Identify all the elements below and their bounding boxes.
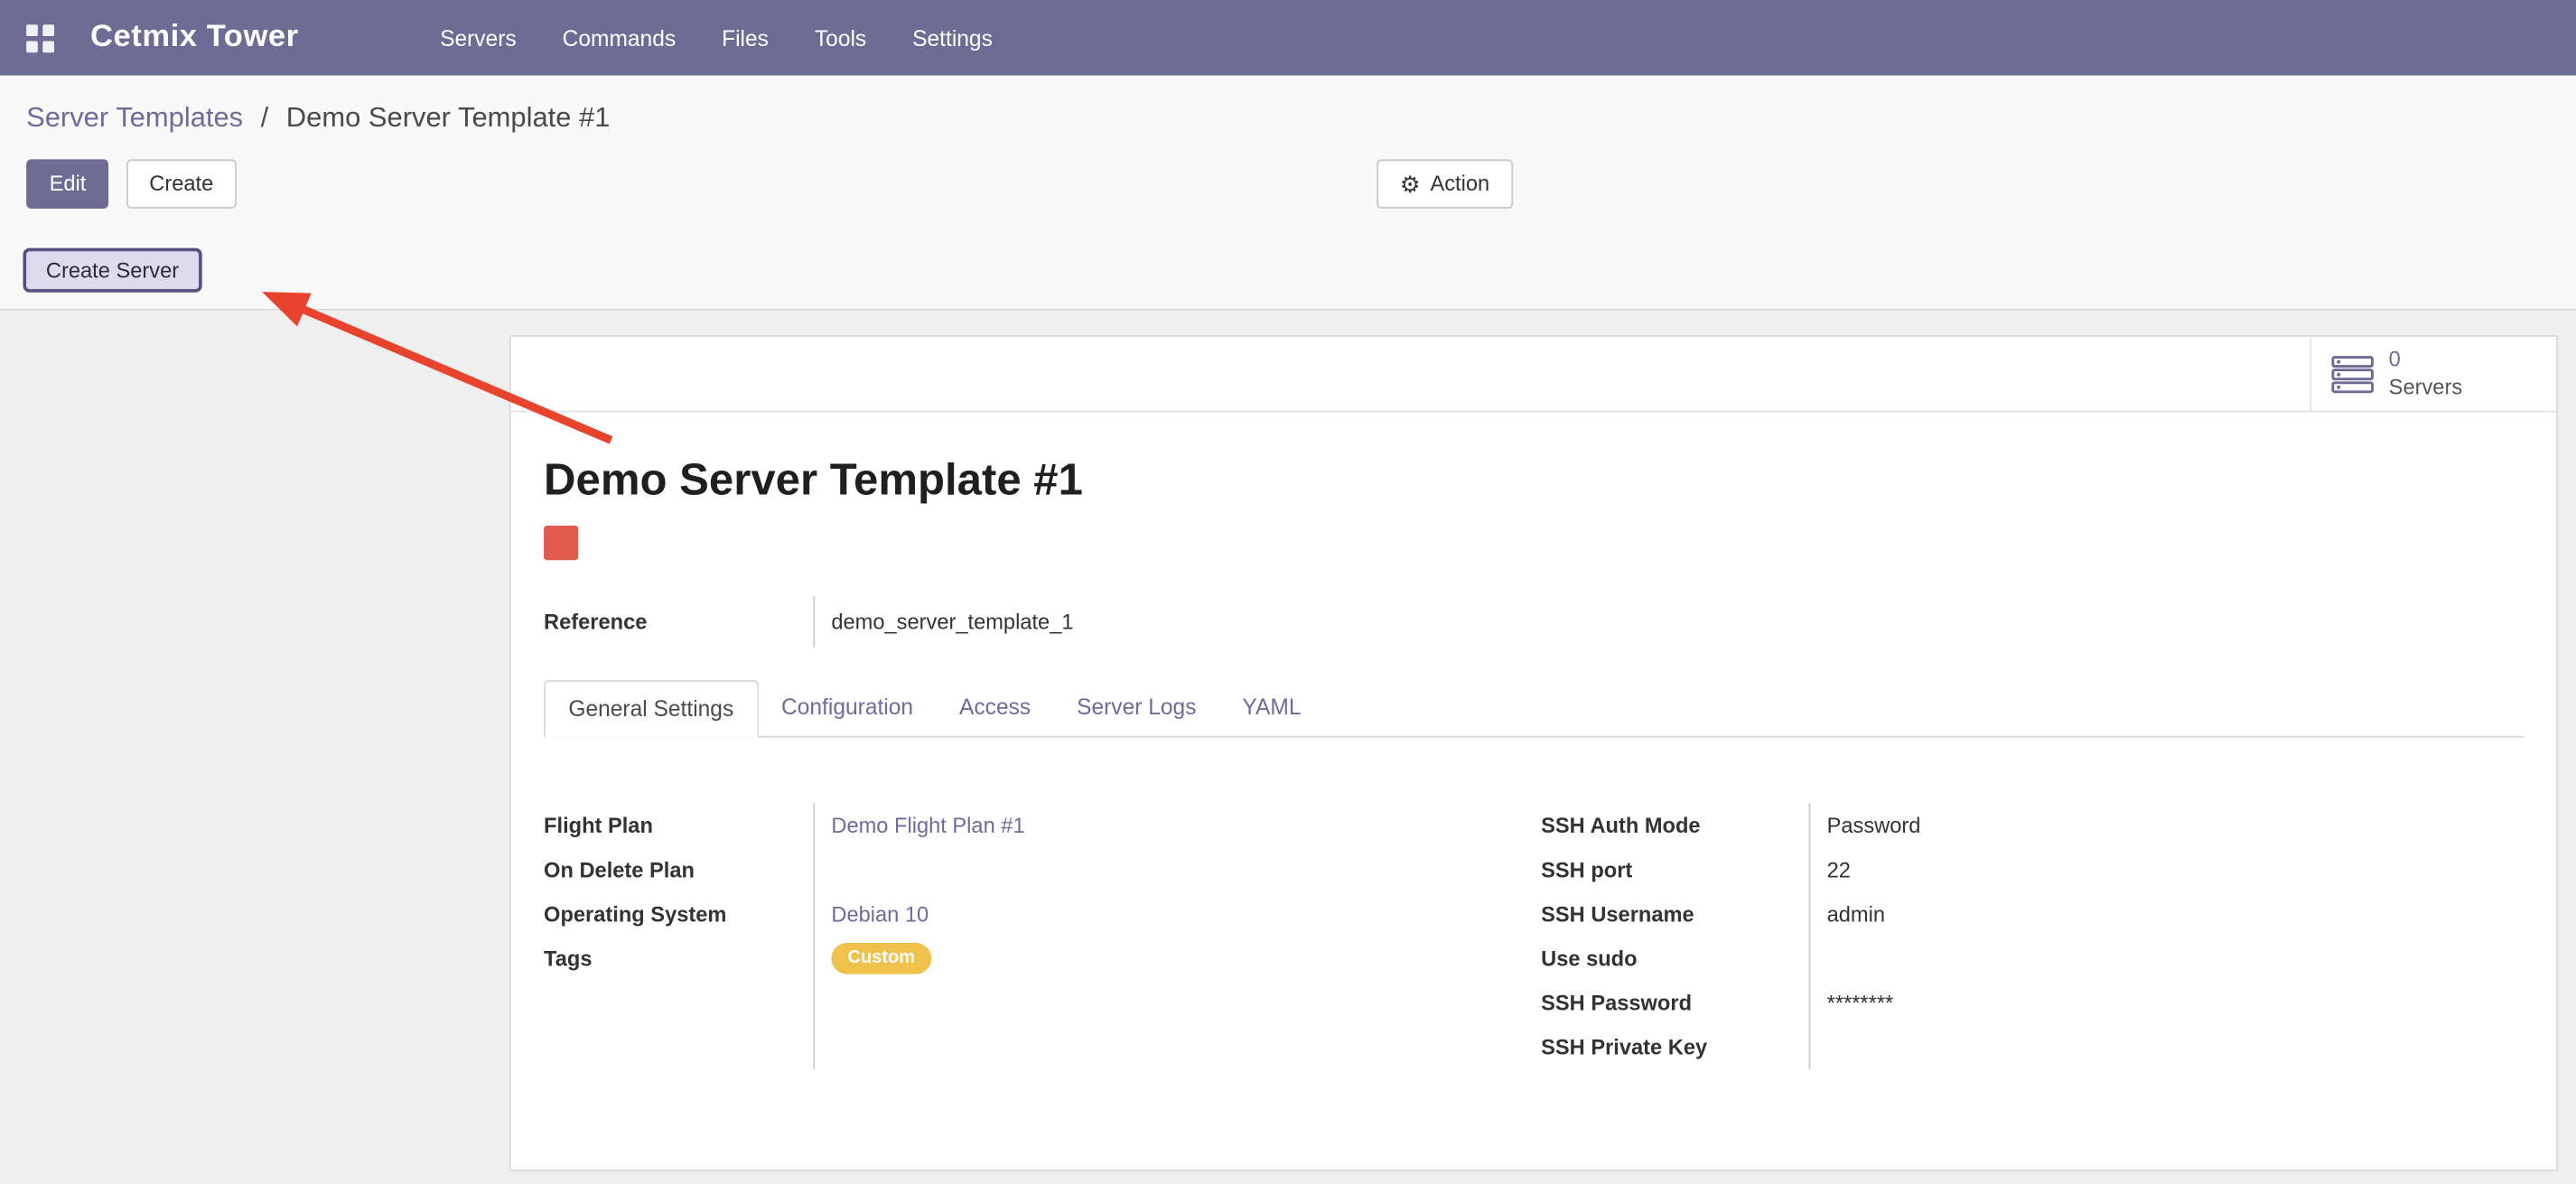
breadcrumb: Server Templates / Demo Server Template … xyxy=(26,102,2550,135)
notebook-tabs: General Settings Configuration Access Se… xyxy=(544,680,2524,738)
ssh-port-label: SSH port xyxy=(1541,848,1808,892)
right-values: Password 22 admin ******** xyxy=(1809,803,2105,1069)
use-sudo-label: Use sudo xyxy=(1541,937,1808,981)
apps-grid-icon[interactable] xyxy=(26,23,54,51)
breadcrumb-parent-link[interactable]: Server Templates xyxy=(26,102,243,134)
operating-system-label: Operating System xyxy=(544,892,813,937)
sheet-body: Demo Server Template #1 Reference demo_s… xyxy=(511,413,2557,1070)
create-server-button[interactable]: Create Server xyxy=(23,248,201,293)
stat-text: 0 Servers xyxy=(2389,347,2462,400)
menu-item-commands[interactable]: Commands xyxy=(539,0,698,76)
top-navbar: Cetmix Tower Servers Commands Files Tool… xyxy=(0,0,2576,76)
reference-field: Reference demo_server_template_1 xyxy=(544,596,2524,647)
right-labels: SSH Auth Mode SSH port SSH Username Use … xyxy=(1541,803,1808,1069)
ssh-username-label: SSH Username xyxy=(1541,892,1808,937)
tab-server-logs[interactable]: Server Logs xyxy=(1054,680,1219,738)
left-values: Demo Flight Plan #1 Debian 10 Custom xyxy=(813,803,1108,1069)
control-panel: Server Templates / Demo Server Template … xyxy=(0,76,2576,210)
ssh-password-label: SSH Password xyxy=(1541,981,1808,1025)
content-area: 0 Servers Demo Server Template #1 Refere… xyxy=(0,311,2576,1184)
flight-plan-label: Flight Plan xyxy=(544,803,813,847)
servers-stat-button[interactable]: 0 Servers xyxy=(2310,337,2556,411)
field-group-right: SSH Auth Mode SSH port SSH Username Use … xyxy=(1541,803,2105,1069)
edit-button[interactable]: Edit xyxy=(26,159,109,208)
form-sheet: 0 Servers Demo Server Template #1 Refere… xyxy=(509,335,2558,1171)
on-delete-plan-label: On Delete Plan xyxy=(544,848,813,892)
ssh-username-value: admin xyxy=(1827,902,1885,927)
server-stack-icon xyxy=(2331,354,2374,394)
reference-value: demo_server_template_1 xyxy=(813,596,1073,647)
tab-yaml[interactable]: YAML xyxy=(1219,680,1324,738)
action-button[interactable]: ⚙ Action xyxy=(1377,159,1512,208)
field-group-left: Flight Plan On Delete Plan Operating Sys… xyxy=(544,803,1464,1069)
menu-item-servers[interactable]: Servers xyxy=(417,0,540,76)
record-title: Demo Server Template #1 xyxy=(544,455,2524,506)
flight-plan-value-link[interactable]: Demo Flight Plan #1 xyxy=(831,813,1024,837)
color-swatch xyxy=(544,526,578,560)
main-menu: Servers Commands Files Tools Settings xyxy=(417,0,1016,76)
ssh-password-value: ******** xyxy=(1827,991,1894,1015)
statusbar: Create Server xyxy=(0,237,2576,311)
button-box: 0 Servers xyxy=(511,337,2557,413)
tag-badge-custom: Custom xyxy=(831,944,931,974)
servers-count-label: Servers xyxy=(2389,374,2462,401)
tab-general-settings[interactable]: General Settings xyxy=(544,680,758,738)
field-groups: Flight Plan On Delete Plan Operating Sys… xyxy=(544,803,2524,1069)
ssh-auth-mode-label: SSH Auth Mode xyxy=(1541,803,1808,847)
operating-system-value-link[interactable]: Debian 10 xyxy=(831,902,929,927)
servers-count: 0 xyxy=(2389,347,2462,374)
menu-item-files[interactable]: Files xyxy=(699,0,792,76)
brand-title: Cetmix Tower xyxy=(90,20,299,56)
breadcrumb-separator: / xyxy=(261,102,269,134)
left-labels: Flight Plan On Delete Plan Operating Sys… xyxy=(544,803,813,1069)
action-button-label: Action xyxy=(1430,171,1489,196)
ssh-port-value: 22 xyxy=(1827,857,1851,881)
menu-item-tools[interactable]: Tools xyxy=(791,0,889,76)
menu-item-settings[interactable]: Settings xyxy=(890,0,1016,76)
toolbar: Edit Create ⚙ Action xyxy=(26,159,2550,210)
app-window: Cetmix Tower Servers Commands Files Tool… xyxy=(0,0,2576,1175)
breadcrumb-current: Demo Server Template #1 xyxy=(286,102,611,134)
ssh-auth-mode-value: Password xyxy=(1827,813,1921,837)
ssh-private-key-label: SSH Private Key xyxy=(1541,1025,1808,1069)
tags-label: Tags xyxy=(544,937,813,981)
reference-label: Reference xyxy=(544,596,813,647)
tab-access[interactable]: Access xyxy=(937,680,1054,738)
tab-configuration[interactable]: Configuration xyxy=(759,680,937,738)
gear-icon: ⚙ xyxy=(1400,172,1421,195)
create-button[interactable]: Create xyxy=(126,159,237,208)
